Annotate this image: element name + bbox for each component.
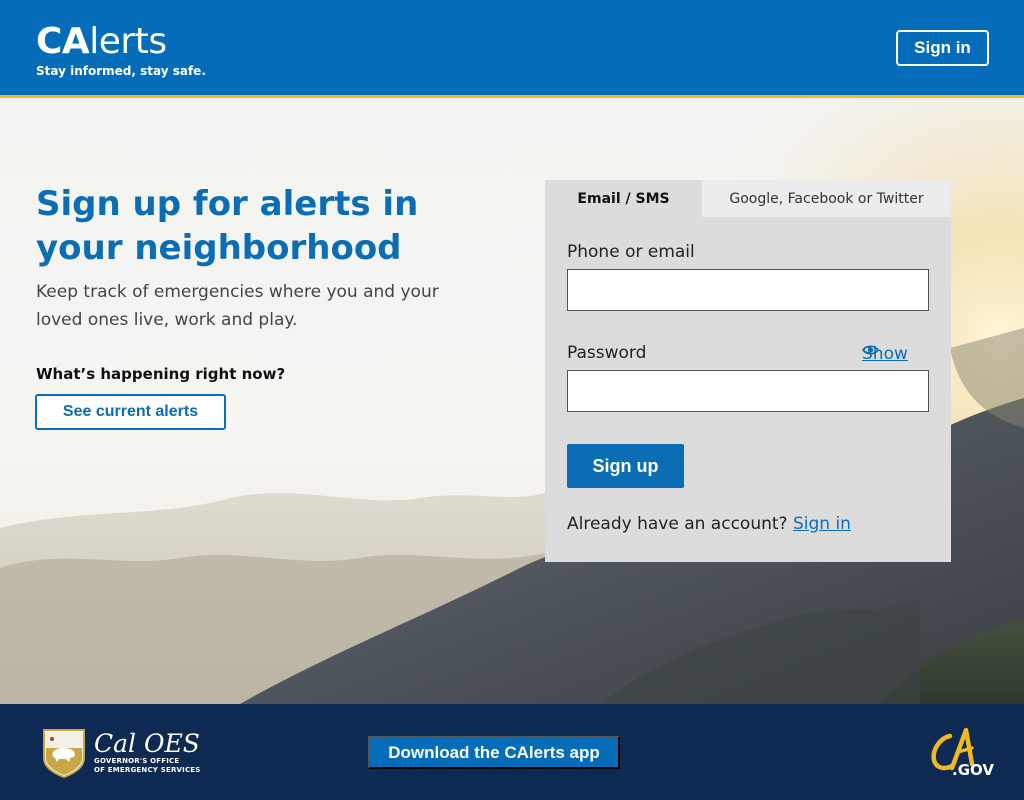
hero-subtitle: Keep track of emergencies where you and … [36, 282, 439, 330]
caloes-sub-1: GOVERNOR'S OFFICE [94, 757, 180, 765]
caloes-seal-icon [43, 729, 85, 778]
signup-card: Email / SMS Google, Facebook or Twitter … [545, 180, 951, 562]
happening-label: What’s happening right now? [36, 365, 286, 383]
calerts-logo[interactable]: CAlerts Stay informed, stay safe. [36, 22, 206, 79]
signin-link[interactable]: Sign in [793, 514, 851, 534]
phone-email-label: Phone or email [567, 242, 695, 262]
phone-email-input[interactable] [567, 269, 929, 311]
see-current-alerts-button[interactable]: See current alerts [35, 394, 226, 430]
show-password-toggle[interactable]: Show [862, 344, 908, 364]
brand-rest: lerts [89, 21, 167, 62]
brand-name: CAlerts [36, 22, 206, 62]
caloes-logo[interactable]: Cal OES GOVERNOR'S OFFICE OF EMERGENCY S… [42, 728, 201, 778]
already-account-text: Already have an account? Sign in [567, 514, 851, 534]
gov-text: .GOV [952, 761, 994, 779]
hero-section: Sign up for alerts in your neighborhood … [0, 98, 1024, 704]
password-label: Password [567, 343, 647, 363]
header-signin-button[interactable]: Sign in [896, 30, 989, 66]
brand-tagline: Stay informed, stay safe. [36, 64, 206, 78]
already-text: Already have an account? [567, 514, 788, 534]
site-footer: Cal OES GOVERNOR'S OFFICE OF EMERGENCY S… [0, 704, 1024, 800]
tab-email-sms[interactable]: Email / SMS [545, 180, 702, 217]
download-app-button[interactable]: Download the CAlerts app [368, 736, 620, 769]
ca-gov-logo-icon: .GOV [931, 727, 994, 779]
caloes-name: Cal OES [94, 729, 200, 758]
site-header: CAlerts Stay informed, stay safe. Sign i… [0, 0, 1024, 96]
caloes-text: Cal OES GOVERNOR'S OFFICE OF EMERGENCY S… [94, 731, 201, 775]
password-input[interactable] [567, 370, 929, 412]
hero-title: Sign up for alerts in your neighborhood [36, 184, 419, 268]
ca-gov-logo[interactable]: .GOV [926, 724, 996, 784]
tab-social-login[interactable]: Google, Facebook or Twitter [702, 180, 951, 217]
signup-tabs: Email / SMS Google, Facebook or Twitter [545, 180, 951, 217]
eye-icon [862, 345, 879, 355]
signup-button[interactable]: Sign up [567, 444, 684, 488]
brand-ca: CA [36, 21, 90, 62]
caloes-sub-2: OF EMERGENCY SERVICES [94, 766, 201, 774]
